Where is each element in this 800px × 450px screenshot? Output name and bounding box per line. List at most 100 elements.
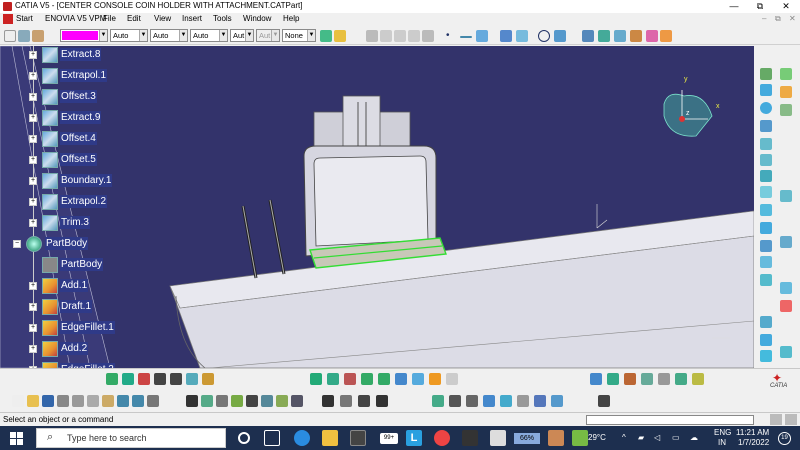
loft-icon[interactable]	[760, 186, 772, 198]
battery-icon[interactable]: ▭	[672, 433, 680, 442]
hide-show-icon[interactable]	[202, 373, 214, 385]
tree-item[interactable]: + Offset.4	[0, 130, 130, 151]
menu-edit[interactable]: Edit	[127, 14, 141, 23]
healing-icon[interactable]	[598, 30, 610, 42]
pan-icon[interactable]	[122, 373, 134, 385]
tree-item[interactable]: + EdgeFillet.1	[0, 319, 130, 340]
tree-expand-icon[interactable]: +	[29, 135, 37, 143]
zoom-in-2-icon[interactable]	[361, 373, 373, 385]
plane-icon[interactable]	[476, 30, 488, 42]
rotate-2-icon[interactable]	[344, 373, 356, 385]
material-icon[interactable]	[500, 395, 512, 407]
curvature-icon[interactable]	[658, 373, 670, 385]
table-icon[interactable]	[246, 395, 258, 407]
close-surface-icon[interactable]	[780, 190, 792, 202]
line-type-select[interactable]: Auto ▼	[190, 29, 228, 42]
split-icon[interactable]	[614, 30, 626, 42]
formula-icon[interactable]	[186, 395, 198, 407]
status-icon-1[interactable]	[770, 414, 782, 425]
tree-item[interactable]: − PartBody	[0, 235, 130, 256]
color-select[interactable]: ▼	[60, 29, 108, 42]
select-arrow-icon[interactable]	[4, 30, 16, 42]
camera-icon[interactable]	[598, 395, 610, 407]
rigid-icon[interactable]	[358, 395, 370, 407]
fillet-icon[interactable]	[760, 204, 772, 216]
grid-icon[interactable]	[466, 395, 478, 407]
menu-insert[interactable]: Insert	[182, 14, 202, 23]
restore-button[interactable]: ⧉	[748, 0, 772, 13]
draft-icon[interactable]	[760, 240, 772, 252]
power-input-field[interactable]	[586, 415, 754, 425]
fit-all-icon[interactable]	[310, 373, 322, 385]
thickness-icon[interactable]	[760, 274, 772, 286]
update-icon[interactable]	[432, 395, 444, 407]
menu-file[interactable]: File	[103, 14, 116, 23]
normal-icon[interactable]	[376, 395, 388, 407]
hole-icon[interactable]	[760, 120, 772, 132]
status-icon-2[interactable]	[785, 414, 797, 425]
tree-item[interactable]: +EdgeFillet.2	[0, 361, 130, 368]
axis-system-icon[interactable]	[780, 346, 792, 358]
tree-expand-icon[interactable]: +	[29, 219, 37, 227]
menu-view[interactable]: View	[154, 14, 171, 23]
new-file-icon[interactable]	[12, 395, 24, 407]
snap-icon[interactable]	[322, 395, 334, 407]
tree-item[interactable]: + Offset.5	[0, 151, 130, 172]
texture-icon[interactable]	[534, 395, 546, 407]
tree-expand-icon[interactable]: +	[29, 198, 37, 206]
tree-expand-icon[interactable]: +	[29, 177, 37, 185]
measure-icon[interactable]	[607, 373, 619, 385]
notifications-icon[interactable]: 19	[778, 432, 791, 445]
menu-start[interactable]: Start	[16, 14, 33, 23]
tree-expand-icon[interactable]: +	[29, 324, 37, 332]
clock-date[interactable]: 1/7/2022	[738, 438, 769, 447]
stiffener-icon[interactable]	[760, 170, 772, 182]
windows-start-icon[interactable]	[10, 432, 23, 445]
menu-help[interactable]: Help	[283, 14, 299, 23]
line-weight-select[interactable]: Auto ▼	[150, 29, 188, 42]
analysis-icon[interactable]	[590, 373, 602, 385]
l-app-icon[interactable]: L	[406, 430, 422, 446]
redo-icon[interactable]	[132, 395, 144, 407]
print-icon[interactable]	[57, 395, 69, 407]
region-label[interactable]: IN	[718, 438, 726, 447]
draft-analysis-icon[interactable]	[675, 373, 687, 385]
copy-icon[interactable]	[87, 395, 99, 407]
weather-temperature[interactable]: 29°C	[588, 433, 606, 442]
tree-expand-icon[interactable]: +	[29, 72, 37, 80]
tree-expand-icon[interactable]: +	[29, 345, 37, 353]
onedrive-icon[interactable]: ☁	[690, 433, 698, 442]
point-type-select[interactable]: Aut ▼	[230, 29, 254, 42]
tree-item[interactable]: + Extract.9	[0, 109, 130, 130]
tree-item[interactable]: + Extrapol.1	[0, 67, 130, 88]
scaling-icon[interactable]	[760, 350, 772, 362]
tree-collapse-icon[interactable]: −	[13, 240, 21, 248]
volume-icon[interactable]: ◁	[654, 433, 660, 442]
extract-icon[interactable]	[660, 30, 672, 42]
whats-this-icon[interactable]	[147, 395, 159, 407]
app-icon-1[interactable]	[548, 430, 564, 446]
notepad-icon[interactable]	[490, 430, 506, 446]
trim-icon[interactable]	[630, 30, 642, 42]
scissors-icon[interactable]	[340, 395, 352, 407]
tree-expand-icon[interactable]: +	[29, 93, 37, 101]
menu-tools[interactable]: Tools	[213, 14, 232, 23]
tree-expand-icon[interactable]: +	[29, 51, 37, 59]
battery-indicator[interactable]: 66%	[514, 433, 540, 444]
point-icon[interactable]: •	[446, 30, 458, 42]
tray-chevron-icon[interactable]: ^	[622, 433, 626, 442]
clock-time[interactable]: 11:21 AM	[736, 428, 769, 437]
show-hide-icon[interactable]	[449, 395, 461, 407]
tree-expand-icon[interactable]: +	[29, 156, 37, 164]
menu-window[interactable]: Window	[243, 14, 271, 23]
apply-material-icon[interactable]	[624, 373, 636, 385]
tree-item[interactable]: + Extract.8	[0, 46, 130, 67]
shading-icon[interactable]	[412, 373, 424, 385]
open-file-icon[interactable]	[27, 395, 39, 407]
close-button[interactable]: ✕	[774, 0, 798, 13]
reaction-icon[interactable]	[291, 395, 303, 407]
zoom-in-icon[interactable]	[154, 373, 166, 385]
network-icon[interactable]: ▰	[638, 433, 644, 442]
doc-restore-button[interactable]: ⧉	[775, 14, 781, 24]
media-icon[interactable]	[462, 430, 478, 446]
